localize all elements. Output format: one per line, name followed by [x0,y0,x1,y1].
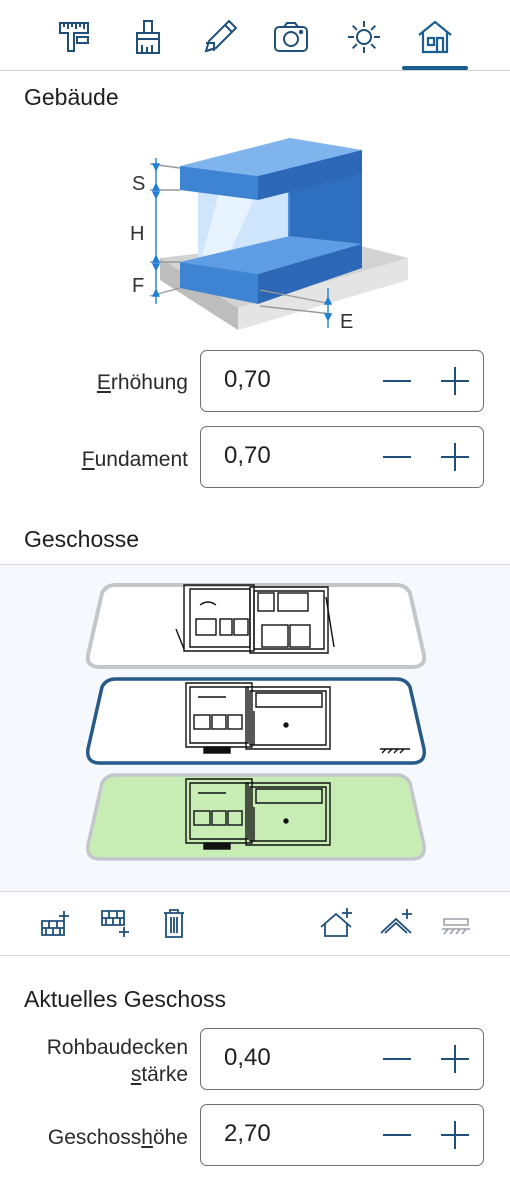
slab-thickness-value[interactable]: 0,40 [224,1044,271,1072]
add-floor-above-button[interactable] [34,903,74,943]
brush-icon [136,20,160,54]
active-tab-indicator [402,66,468,70]
foundation-field[interactable]: 0,70 [200,426,484,488]
floor-card-upper[interactable] [86,579,426,671]
plus-icon [441,443,469,471]
add-roof-shape-button[interactable] [376,903,416,943]
elevation-field[interactable]: 0,70 [200,350,484,412]
terrain-icon [442,918,470,935]
building-section-title: Gebäude [24,84,119,110]
minus-icon [383,1134,411,1136]
tool-measure[interactable] [49,12,99,62]
add-floor-below-icon [101,910,129,937]
add-roof-shape-icon [380,909,412,934]
slab-thickness-decrement-button[interactable] [375,1037,419,1081]
pencil-icon [204,19,238,53]
diagram-label-f: F [132,275,144,297]
foundation-decrement-button[interactable] [375,435,419,479]
floors-section-title: Geschosse [24,526,140,552]
elevation-label: Erhöhung [96,371,188,394]
floor-card-ground[interactable] [86,771,426,863]
floor-height-field[interactable]: 2,70 [200,1104,484,1166]
foundation-row: Fundament 0,70 [0,426,510,490]
add-roof-icon [320,908,352,937]
elevation-value[interactable]: 0,70 [224,366,271,394]
delete-floor-button[interactable] [154,903,194,943]
slab-thickness-label: Rohbaudecken stärke [46,1036,188,1086]
house-icon [418,20,452,54]
plus-icon [441,1121,469,1149]
tool-camera[interactable] [266,12,316,62]
tool-material[interactable] [123,12,173,62]
floor-height-value[interactable]: 2,70 [224,1120,271,1148]
diagram-label-s: S [132,173,145,195]
trash-icon [164,909,184,938]
foundation-label: Fundament [81,448,188,471]
top-toolbar [0,0,510,71]
floor-height-decrement-button[interactable] [375,1113,419,1157]
floor-height-row: Geschosshöhe 2,70 [0,1104,510,1168]
floor-card-selected[interactable] [86,675,426,767]
minus-icon [383,456,411,458]
add-floor-below-button[interactable] [94,903,134,943]
tool-light[interactable] [339,12,389,62]
foundation-increment-button[interactable] [433,435,477,479]
floor-height-increment-button[interactable] [433,1113,477,1157]
minus-icon [383,1058,411,1060]
slab-thickness-increment-button[interactable] [433,1037,477,1081]
building-diagram: S H F E [130,138,408,333]
sun-icon [348,21,380,53]
floors-panel [0,564,510,892]
add-roof-button[interactable] [316,903,356,943]
diagram-label-e: E [340,311,353,333]
minus-icon [383,380,411,382]
floor-height-label: Geschosshöhe [47,1126,188,1149]
elevation-increment-button[interactable] [433,359,477,403]
plus-icon [441,1045,469,1073]
tool-draw[interactable] [195,12,245,62]
current-floor-title: Aktuelles Geschoss [24,986,226,1012]
elevation-decrement-button[interactable] [375,359,419,403]
floors-action-bar [0,893,510,956]
foundation-value[interactable]: 0,70 [224,442,271,470]
diagram-label-h: H [130,223,144,245]
measure-icon [59,22,89,52]
ground-terrain-button[interactable] [436,903,476,943]
elevation-row: Erhöhung 0,70 [0,350,510,414]
slab-thickness-row: Rohbaudecken stärke 0,40 [0,1028,510,1092]
plus-icon [441,367,469,395]
tool-building[interactable] [410,12,460,62]
slab-thickness-field[interactable]: 0,40 [200,1028,484,1090]
camera-icon [274,22,308,52]
add-floor-above-icon [41,911,69,936]
